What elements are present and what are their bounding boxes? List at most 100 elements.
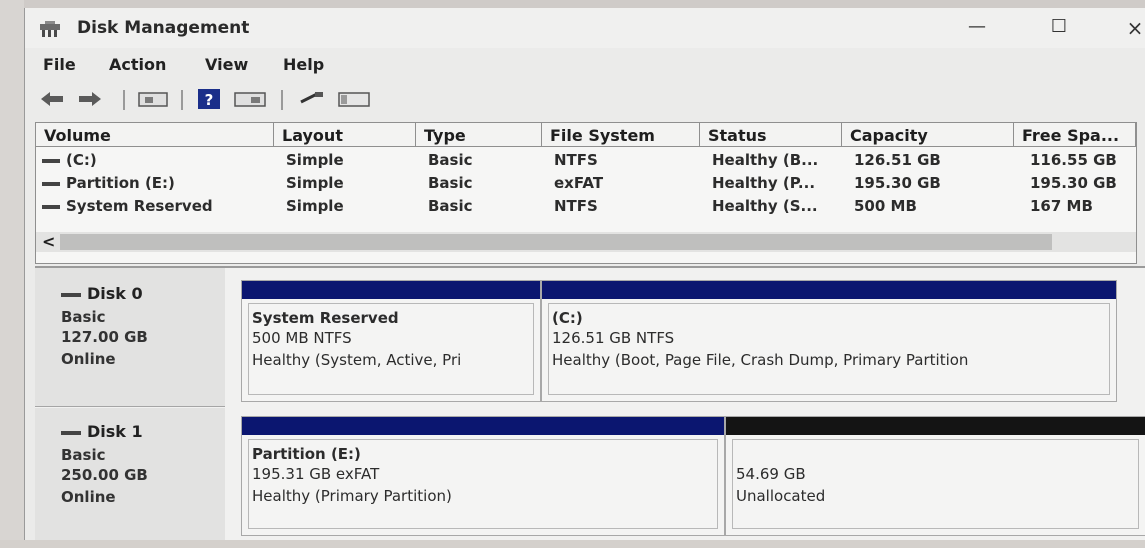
status-cell: Healthy (S... — [712, 197, 818, 215]
partition-detail: 500 MB NTFS — [252, 329, 352, 347]
properties-icon[interactable] — [233, 88, 267, 110]
disk-icon — [61, 430, 81, 435]
disk-name-text: Disk 1 — [87, 422, 143, 441]
disk-state: Online — [61, 488, 116, 506]
partition-detail: 195.31 GB exFAT — [252, 465, 380, 483]
menu-file[interactable]: File — [43, 55, 76, 74]
column-type[interactable]: Type — [416, 123, 542, 147]
window-title: Disk Management — [77, 18, 250, 38]
svg-text:?: ? — [205, 91, 214, 109]
partition-detail: 54.69 GB — [736, 465, 806, 483]
title-bar: Disk Management — ☐ × — [25, 8, 1145, 48]
disk-size: 250.00 GB — [61, 466, 148, 484]
partition-status: Unallocated — [736, 487, 826, 505]
close-button[interactable]: × — [1115, 16, 1145, 44]
fs-cell: NTFS — [554, 197, 598, 215]
scrollbar-thumb[interactable] — [60, 234, 1052, 250]
horizontal-scrollbar[interactable]: < — [36, 232, 1136, 252]
type-cell: Basic — [428, 151, 473, 169]
volume-name: (C:) — [66, 151, 97, 169]
partition-name: (C:) — [552, 309, 583, 327]
toolbar: ? — [25, 84, 1145, 114]
volume-cell: Partition (E:) — [42, 174, 175, 192]
volume-icon — [42, 204, 60, 209]
disk-state: Online — [61, 350, 116, 368]
capacity-cell: 500 MB — [854, 197, 917, 215]
volume-list: Volume Layout Type File System Status Ca… — [35, 122, 1137, 264]
free-cell: 195.30 GB — [1030, 174, 1117, 192]
volume-cell: System Reserved — [42, 197, 213, 215]
layout-cell: Simple — [286, 151, 344, 169]
disk-1-label[interactable]: Disk 1 Basic 250.00 GB Online — [35, 408, 225, 547]
scroll-left-button[interactable]: < — [42, 232, 55, 251]
partition-bar — [242, 417, 724, 435]
disk-size: 127.00 GB — [61, 328, 148, 346]
partition-status: Healthy (Primary Partition) — [252, 487, 452, 505]
volume-name: Partition (E:) — [66, 174, 175, 192]
partition-status: Healthy (Boot, Page File, Crash Dump, Pr… — [552, 351, 969, 369]
partition-name: System Reserved — [252, 309, 399, 327]
toolbar-separator — [181, 90, 183, 110]
column-file-system[interactable]: File System — [542, 123, 700, 147]
disk-management-icon — [40, 21, 60, 37]
capacity-cell: 126.51 GB — [854, 151, 941, 169]
disk-0-label[interactable]: Disk 0 Basic 127.00 GB Online — [35, 268, 225, 407]
free-cell: 167 MB — [1030, 197, 1093, 215]
type-cell: Basic — [428, 197, 473, 215]
console-icon[interactable] — [337, 88, 371, 110]
partition-bar — [242, 281, 540, 299]
disk-name: Disk 1 — [61, 422, 143, 441]
unallocated-space[interactable]: 54.69 GB Unallocated — [725, 416, 1145, 536]
layout-cell: Simple — [286, 197, 344, 215]
type-cell: Basic — [428, 174, 473, 192]
toolbar-separator — [281, 90, 283, 110]
status-cell: Healthy (B... — [712, 151, 819, 169]
column-status[interactable]: Status — [700, 123, 842, 147]
volume-cell: (C:) — [42, 151, 97, 169]
help-icon[interactable]: ? — [197, 88, 221, 110]
volume-icon — [42, 158, 60, 163]
menu-action[interactable]: Action — [109, 55, 166, 74]
volume-name: System Reserved — [66, 197, 213, 215]
disk-icon — [61, 292, 81, 297]
disk-management-window: Disk Management — ☐ × File Action View H… — [24, 8, 1145, 547]
column-volume[interactable]: Volume — [36, 123, 274, 147]
partition-bar — [726, 417, 1145, 435]
desktop-edge — [0, 0, 24, 548]
menu-bar: File Action View Help — [25, 52, 1145, 78]
toolbar-separator — [123, 90, 125, 110]
partition-body — [732, 439, 1139, 529]
disk-name-text: Disk 0 — [87, 284, 143, 303]
disk-kind: Basic — [61, 446, 106, 464]
menu-help[interactable]: Help — [283, 55, 324, 74]
disk-graphical-view: Disk 0 Basic 127.00 GB Online System Res… — [35, 266, 1145, 547]
back-arrow-icon[interactable] — [37, 88, 67, 110]
disk-list-icon[interactable] — [137, 88, 169, 110]
status-cell: Healthy (P... — [712, 174, 816, 192]
minimize-button[interactable]: — — [957, 16, 997, 44]
partition-detail: 126.51 GB NTFS — [552, 329, 675, 347]
volume-icon — [42, 181, 60, 186]
column-capacity[interactable]: Capacity — [842, 123, 1014, 147]
partition-bar — [542, 281, 1116, 299]
disk-kind: Basic — [61, 308, 106, 326]
fs-cell: exFAT — [554, 174, 604, 192]
rescan-icon[interactable] — [297, 88, 327, 110]
forward-arrow-icon[interactable] — [75, 88, 105, 110]
capacity-cell: 195.30 GB — [854, 174, 941, 192]
partition-c-drive[interactable]: (C:) 126.51 GB NTFS Healthy (Boot, Page … — [541, 280, 1117, 402]
column-free-space[interactable]: Free Spa... — [1014, 123, 1136, 147]
partition-name: Partition (E:) — [252, 445, 361, 463]
bottom-edge — [0, 540, 1145, 548]
partition-body — [548, 303, 1110, 395]
maximize-button[interactable]: ☐ — [1039, 16, 1079, 44]
layout-cell: Simple — [286, 174, 344, 192]
partition-status: Healthy (System, Active, Pri — [252, 351, 462, 369]
free-cell: 116.55 GB — [1030, 151, 1117, 169]
column-layout[interactable]: Layout — [274, 123, 416, 147]
fs-cell: NTFS — [554, 151, 598, 169]
partition-system-reserved[interactable]: System Reserved 500 MB NTFS Healthy (Sys… — [241, 280, 541, 402]
disk-name: Disk 0 — [61, 284, 143, 303]
partition-e-drive[interactable]: Partition (E:) 195.31 GB exFAT Healthy (… — [241, 416, 725, 536]
menu-view[interactable]: View — [205, 55, 248, 74]
